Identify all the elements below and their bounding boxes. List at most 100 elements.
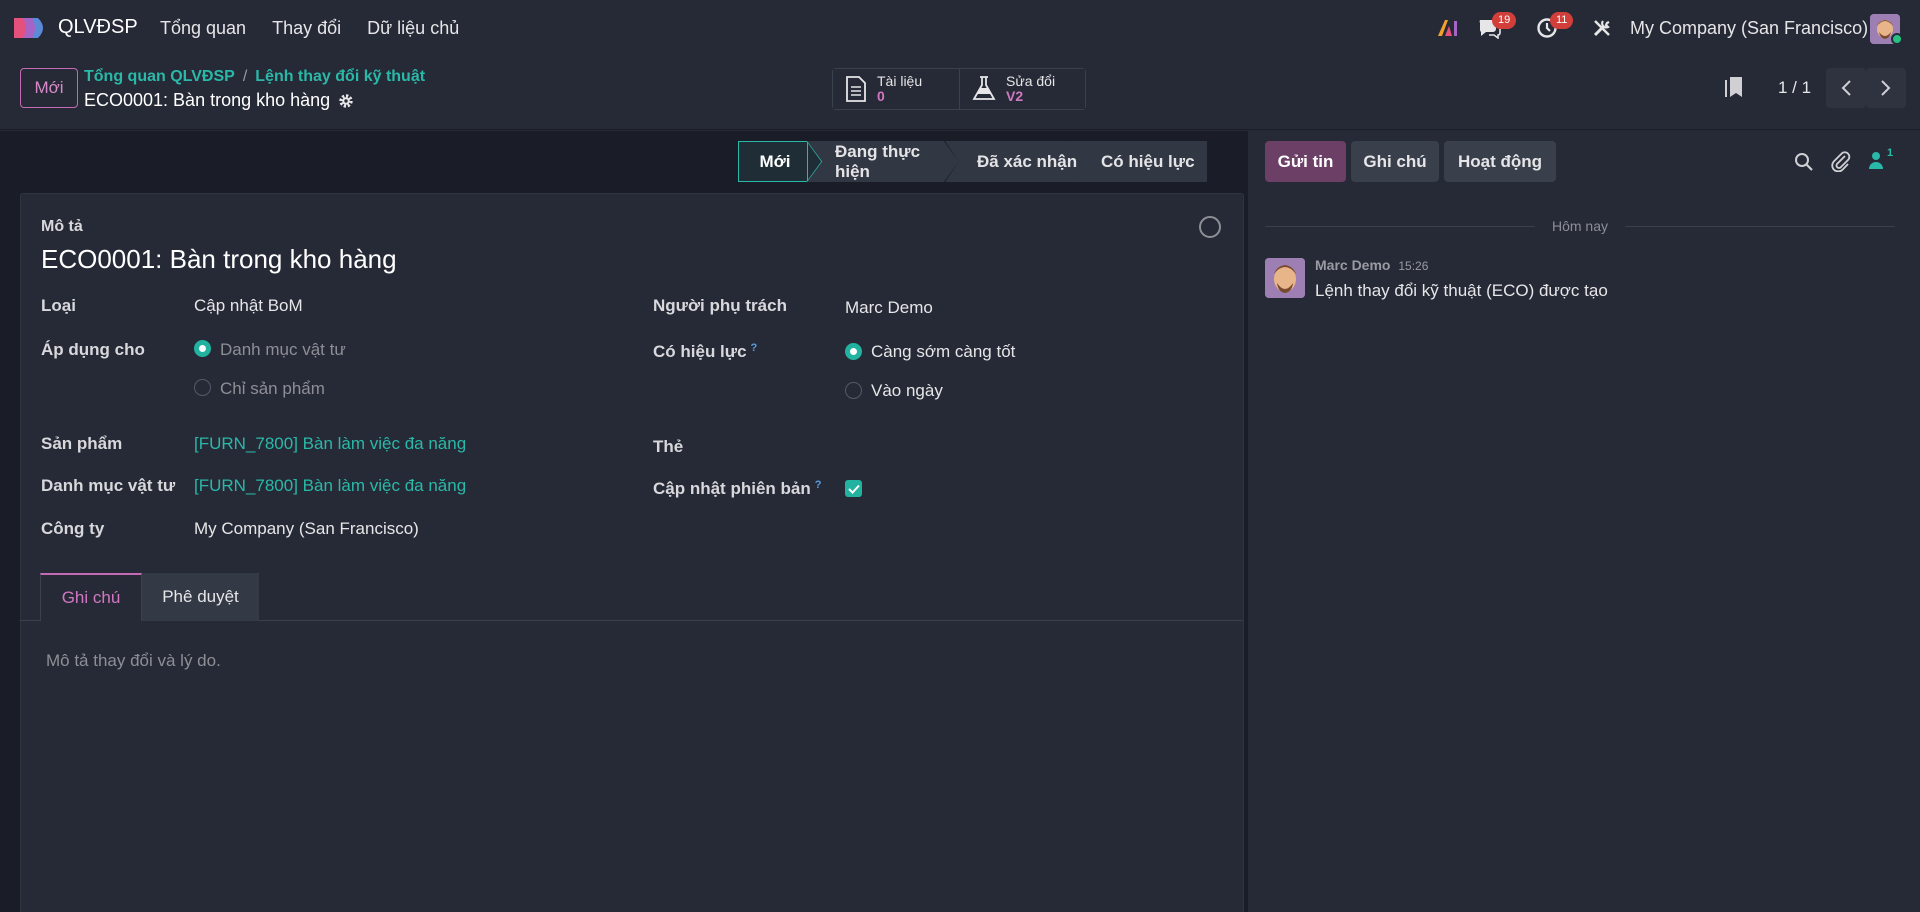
breadcrumb: Tổng quan QLVĐSP / Lệnh thay đổi kỹ thuật	[84, 68, 425, 86]
activities-badge: 11	[1550, 12, 1574, 29]
bom-label: Danh mục vật tư	[41, 476, 176, 495]
send-message-button[interactable]: Gửi tin	[1265, 141, 1346, 182]
log-note-button[interactable]: Ghi chú	[1351, 141, 1439, 182]
effectivity-help-icon[interactable]: ?	[751, 342, 758, 354]
company-label: Công ty	[41, 519, 105, 538]
record-title: ECO0001: Bàn trong kho hàng	[84, 90, 354, 111]
breadcrumb-eco-list[interactable]: Lệnh thay đổi kỹ thuật	[255, 68, 425, 85]
stage-confirmed[interactable]: Đã xác nhận	[945, 141, 1085, 182]
company-switcher[interactable]: My Company (San Francisco)	[1630, 18, 1868, 39]
revisions-smart-button[interactable]: Sửa đổi V2	[959, 69, 1085, 109]
product-field[interactable]: [FURN_7800] Bàn làm việc đa năng	[194, 434, 466, 454]
chevron-left-icon	[1841, 80, 1851, 96]
chatter-panel	[1248, 131, 1920, 912]
effective-date-radio[interactable]	[845, 382, 862, 399]
breadcrumb-overview[interactable]: Tổng quan QLVĐSP	[84, 68, 235, 85]
pager-value[interactable]: 1 / 1	[1778, 78, 1811, 98]
stage-new-label: Mới	[759, 151, 791, 171]
effective-date-label: Vào ngày	[871, 381, 943, 400]
app-logo-icon[interactable]	[14, 16, 50, 40]
message-header: Marc Demo 15:26	[1315, 257, 1428, 273]
description-label: Mô tả	[41, 218, 83, 235]
update-version-label-text: Cập nhật phiên bản	[653, 479, 811, 498]
effective-asap-label: Càng sớm càng tốt	[871, 342, 1016, 361]
tab-notes[interactable]: Ghi chú	[40, 573, 142, 621]
stage-confirmed-label: Đã xác nhận	[977, 151, 1078, 171]
search-icon[interactable]	[1794, 152, 1814, 172]
control-panel: Mới Tổng quan QLVĐSP / Lệnh thay đổi kỹ th…	[0, 56, 1920, 130]
documents-label: Tài liệu	[877, 73, 923, 89]
product-label: Sản phẩm	[41, 434, 123, 453]
priority-circle-icon[interactable]	[1199, 216, 1221, 238]
date-divider-label: Hôm nay	[1551, 218, 1609, 234]
update-version-checkbox[interactable]	[845, 480, 862, 497]
revisions-label: Sửa đổi	[1006, 73, 1056, 89]
online-status-dot	[1891, 33, 1903, 45]
responsible-label: Người phụ trách	[653, 296, 787, 315]
tags-label: Thẻ	[653, 437, 684, 456]
apply-on-label: Áp dụng cho	[41, 340, 145, 359]
top-navbar: QLVĐSP Tổng quan Thay đổi Dữ liệu chủ 19…	[0, 0, 1920, 56]
apply-product-radio[interactable]	[194, 379, 211, 396]
documents-smart-button[interactable]: Tài liệu 0	[833, 69, 959, 109]
message-body: Lệnh thay đổi kỹ thuật (ECO) được tạo	[1315, 281, 1608, 300]
flask-icon	[972, 76, 996, 100]
smart-buttons: Tài liệu 0 Sửa đổi V2	[832, 68, 1086, 110]
check-icon	[847, 484, 860, 494]
description-title-input[interactable]: ECO0001: Bàn trong kho hàng	[41, 244, 397, 275]
author-avatar-icon	[1265, 258, 1305, 298]
apply-product-label: Chỉ sản phẩm	[220, 379, 325, 398]
tools-icon	[1593, 20, 1610, 37]
paperclip-icon[interactable]	[1830, 150, 1852, 172]
stage-new[interactable]: Mới	[738, 141, 808, 182]
ai-icon[interactable]	[1436, 18, 1460, 38]
message-time: 15:26	[1398, 259, 1429, 273]
type-field[interactable]: Cập nhật BoM	[194, 296, 303, 316]
record-name: ECO0001: Bàn trong kho hàng	[84, 90, 331, 110]
message-author-avatar[interactable]	[1265, 258, 1305, 298]
apply-bom-radio[interactable]	[194, 340, 211, 357]
message-author[interactable]: Marc Demo	[1315, 257, 1390, 273]
notes-editor[interactable]: Mô tả thay đổi và lý do.	[46, 651, 221, 671]
stage-in-progress[interactable]: Đang thực hiện	[807, 141, 959, 182]
revisions-value: V2	[1006, 88, 1024, 104]
effectivity-label: Có hiệu lực?	[653, 342, 757, 362]
chevron-right-icon	[1881, 80, 1891, 96]
new-record-button[interactable]: Mới	[20, 68, 78, 108]
bookmark-icon[interactable]	[1724, 76, 1744, 98]
responsible-field[interactable]: Marc Demo	[845, 298, 933, 318]
activities-button-chatter[interactable]: Hoạt động	[1444, 141, 1556, 182]
effective-asap-radio[interactable]	[845, 343, 862, 360]
update-version-label: Cập nhật phiên bản?	[653, 479, 821, 499]
document-icon	[846, 76, 866, 102]
date-divider-left	[1265, 226, 1535, 227]
menu-master-data[interactable]: Dữ liệu chủ	[367, 18, 459, 39]
tags-field[interactable]	[845, 434, 1225, 460]
gear-icon[interactable]	[338, 93, 354, 109]
status-bar: Mới Đang thực hiện Đã xác nhận Có hiệu l…	[738, 141, 1207, 182]
apply-bom-label: Danh mục vật tư	[220, 340, 346, 359]
date-divider-right	[1625, 226, 1895, 227]
update-version-help-icon[interactable]: ?	[815, 479, 822, 491]
tab-approvals[interactable]: Phê duyệt	[142, 573, 259, 621]
stage-in-progress-label: Đang thực hiện	[835, 141, 921, 181]
documents-count: 0	[877, 88, 885, 104]
main-menu: Tổng quan Thay đổi Dữ liệu chủ	[160, 18, 459, 39]
menu-changes[interactable]: Thay đổi	[272, 18, 341, 39]
form-tabs: Ghi chú Phê duyệt	[20, 573, 1243, 621]
followers-count: 1	[1887, 147, 1894, 159]
messages-badge: 19	[1492, 12, 1517, 29]
settings-tools-button[interactable]	[1590, 16, 1614, 40]
form-sheet: Mô tả ECO0001: Bàn trong kho hàng Loại C…	[20, 193, 1244, 912]
breadcrumb-separator: /	[242, 68, 248, 85]
company-field[interactable]: My Company (San Francisco)	[194, 519, 419, 539]
follower-icon[interactable]	[1868, 150, 1886, 170]
menu-overview[interactable]: Tổng quan	[160, 18, 246, 39]
previous-record-button[interactable]	[1826, 68, 1866, 108]
app-name[interactable]: QLVĐSP	[58, 16, 138, 39]
stage-effective-label: Có hiệu lực	[1101, 151, 1195, 171]
stage-effective[interactable]: Có hiệu lực	[1071, 141, 1207, 182]
bom-field[interactable]: [FURN_7800] Bàn làm việc đa năng	[194, 476, 466, 496]
type-label: Loại	[41, 296, 76, 315]
next-record-button[interactable]	[1866, 68, 1906, 108]
